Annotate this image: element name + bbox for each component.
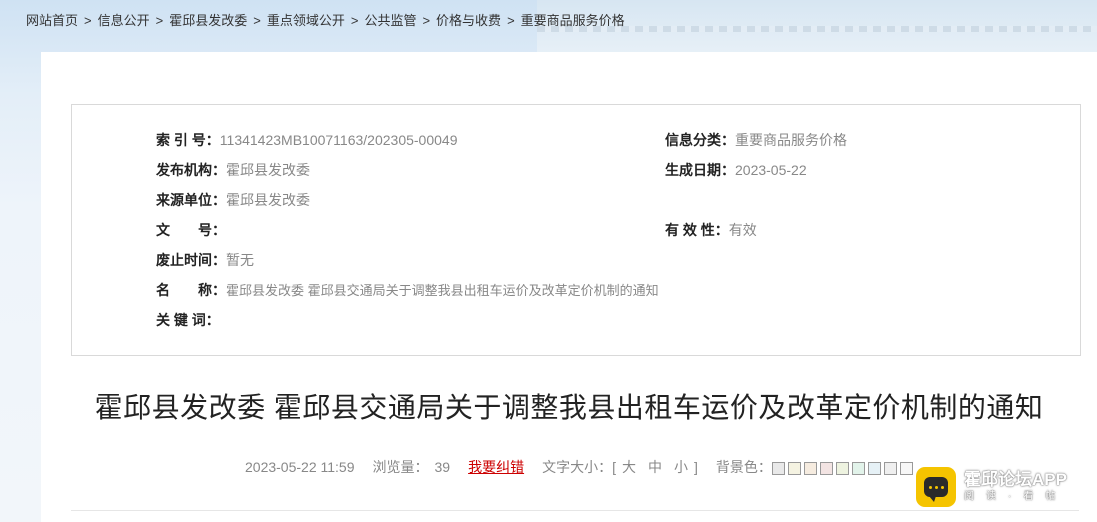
background-swatch-1[interactable] (771, 461, 785, 475)
background-swatch-6[interactable] (851, 461, 865, 475)
background-swatch-7[interactable] (867, 461, 881, 475)
font-size-medium-button[interactable]: 中 (648, 457, 662, 477)
report-error-link[interactable]: 我要纠错 (468, 457, 524, 477)
meta-date: 生成日期：2023-05-22 (665, 162, 807, 178)
breadcrumb-home[interactable]: 网站首页 (26, 13, 78, 28)
breadcrumb-key-areas[interactable]: 重点领域公开 (267, 13, 345, 28)
font-size-label: 文字大小：[ (542, 459, 616, 475)
breadcrumb-department[interactable]: 霍邱县发改委 (169, 13, 247, 28)
breadcrumb-current[interactable]: 重要商品服务价格 (521, 13, 625, 28)
app-subtitle: 阅读·看帖 (964, 491, 1068, 502)
font-size-small-button[interactable]: 小 (674, 457, 688, 477)
meta-source: 来源单位：霍邱县发改委 (156, 192, 310, 208)
background-color-label: 背景色： (715, 459, 772, 475)
article-info-bar: 2023-05-22 11:59 浏览量： 39 我要纠错 文字大小：[ 大 中… (245, 457, 916, 477)
article-title: 霍邱县发改委 霍邱县交通局关于调整我县出租车运价及改革定价机制的通知 (94, 392, 1044, 423)
font-size-bracket: ] (693, 459, 698, 475)
breadcrumb-info-public[interactable]: 信息公开 (98, 13, 150, 28)
app-name: 霍邱论坛APP (964, 470, 1067, 489)
background-color-swatches (771, 459, 916, 475)
meta-name: 名 称：霍邱县发改委 霍邱县交通局关于调整我县出租车运价及改革定价机制的通知 (156, 282, 659, 298)
meta-publisher: 发布机构：霍邱县发改委 (156, 162, 310, 178)
chat-bubble-icon (916, 467, 956, 507)
breadcrumb-price-fees[interactable]: 价格与收费 (436, 13, 501, 28)
document-meta-table: 索 引 号：11341423MB10071163/202305-00049 信息… (71, 104, 1081, 356)
breadcrumb-public-supervision[interactable]: 公共监管 (364, 13, 416, 28)
background-swatch-2[interactable] (787, 461, 801, 475)
background-swatch-4[interactable] (819, 461, 833, 475)
meta-index: 索 引 号：11341423MB10071163/202305-00049 (156, 132, 458, 148)
views-count: 39 (434, 459, 451, 475)
meta-validity: 有 效 性：有效 (665, 222, 757, 238)
background-swatch-9[interactable] (899, 461, 913, 475)
views-label: 浏览量： (372, 459, 429, 475)
background-swatch-8[interactable] (883, 461, 897, 475)
meta-docno: 文 号： (156, 222, 226, 238)
background-swatch-3[interactable] (803, 461, 817, 475)
meta-keywords: 关 键 词： (156, 312, 220, 328)
content-panel: 索 引 号：11341423MB10071163/202305-00049 信息… (41, 52, 1097, 522)
divider (71, 510, 1079, 511)
header-banner-image (537, 0, 1097, 60)
meta-expiry: 废止时间：暂无 (156, 252, 254, 268)
background-swatch-5[interactable] (835, 461, 849, 475)
publish-datetime: 2023-05-22 11:59 (245, 459, 355, 475)
forum-app-badge[interactable]: 霍邱论坛APP 阅读·看帖 (916, 466, 1096, 508)
meta-category: 信息分类：重要商品服务价格 (665, 132, 847, 148)
breadcrumb: 网站首页 > 信息公开 > 霍邱县发改委 > 重点领域公开 > 公共监管 > 价格与收费 > 重要商品服… (26, 13, 625, 28)
font-size-large-button[interactable]: 大 (622, 457, 636, 477)
